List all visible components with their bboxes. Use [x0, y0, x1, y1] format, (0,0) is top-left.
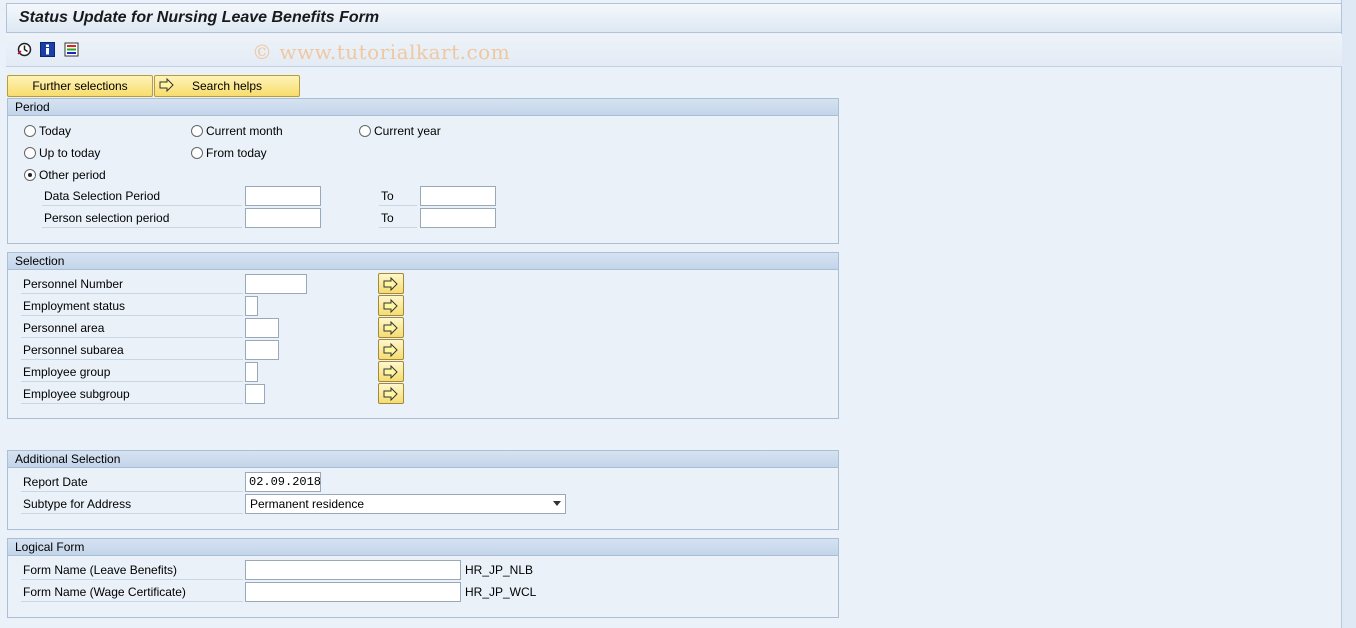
data-selection-from-input[interactable]	[245, 186, 321, 206]
info-icon[interactable]	[39, 41, 55, 57]
personnel-subarea-input[interactable]	[245, 340, 279, 360]
arrow-right-icon	[383, 364, 398, 379]
radio-up-to-today[interactable]: Up to today	[24, 146, 100, 160]
radio-circle	[191, 125, 203, 137]
data-selection-period-label: Data Selection Period	[42, 186, 242, 206]
radio-circle	[359, 125, 371, 137]
personnel-area-input[interactable]	[245, 318, 279, 338]
employee-subgroup-label: Employee subgroup	[21, 384, 243, 404]
radio-circle	[24, 147, 36, 159]
arrow-right-icon	[159, 77, 175, 95]
employment-status-label: Employment status	[21, 296, 243, 316]
subtype-address-value: Permanent residence	[250, 497, 365, 511]
additional-selection-header: Additional Selection	[8, 451, 838, 468]
report-date-label: Report Date	[21, 472, 243, 492]
radio-circle	[191, 147, 203, 159]
execute-icon[interactable]	[16, 41, 32, 57]
form-name-wage-label: Form Name (Wage Certificate)	[21, 582, 243, 602]
data-selection-to-input[interactable]	[420, 186, 496, 206]
selection-header: Selection	[8, 253, 838, 270]
radio-circle	[24, 125, 36, 137]
title-bar: Status Update for Nursing Leave Benefits…	[6, 3, 1342, 33]
radio-today-label: Today	[39, 124, 72, 138]
radio-current-month[interactable]: Current month	[191, 124, 283, 138]
personnel-subarea-label: Personnel subarea	[21, 340, 243, 360]
report-date-input[interactable]: 02.09.2018	[245, 472, 321, 492]
sap-window: Status Update for Nursing Leave Benefits…	[0, 0, 1342, 628]
page-title: Status Update for Nursing Leave Benefits…	[19, 9, 380, 26]
search-helps-label: Search helps	[191, 79, 263, 93]
form-name-wage-default: HR_JP_WCL	[465, 585, 537, 599]
arrow-right-icon	[383, 342, 398, 357]
form-name-leave-label: Form Name (Leave Benefits)	[21, 560, 243, 580]
subtype-address-label: Subtype for Address	[21, 494, 243, 514]
logical-form-header: Logical Form	[8, 539, 838, 556]
arrow-right-icon	[383, 298, 398, 313]
to-label: To	[379, 208, 417, 228]
to-label: To	[379, 186, 417, 206]
employee-group-label: Employee group	[21, 362, 243, 382]
form-name-wage-input[interactable]	[245, 582, 461, 602]
form-name-leave-input[interactable]	[245, 560, 461, 580]
arrow-right-icon	[383, 276, 398, 291]
further-selections-button[interactable]: Further selections	[7, 75, 153, 97]
radio-current-year[interactable]: Current year	[359, 124, 441, 138]
employee-subgroup-input[interactable]	[245, 384, 265, 404]
application-toolbar: © www.tutorialkart.com	[6, 34, 1342, 67]
radio-current-year-label: Current year	[374, 124, 441, 138]
personnel-area-label: Personnel area	[21, 318, 243, 338]
further-selections-label: Further selections	[32, 79, 128, 93]
variant-icon[interactable]	[63, 41, 79, 57]
person-selection-period-label: Person selection period	[42, 208, 242, 228]
employee-group-input[interactable]	[245, 362, 258, 382]
multiple-selection-button[interactable]	[378, 361, 404, 382]
radio-other-period-label: Other period	[39, 168, 106, 182]
personnel-number-input[interactable]	[245, 274, 307, 294]
radio-circle-selected	[24, 169, 36, 181]
multiple-selection-button[interactable]	[378, 317, 404, 338]
multiple-selection-button[interactable]	[378, 273, 404, 294]
radio-from-today-label: From today	[206, 146, 267, 160]
period-header: Period	[8, 99, 838, 116]
subtype-address-dropdown[interactable]: Permanent residence	[245, 494, 566, 514]
radio-today[interactable]: Today	[24, 124, 71, 138]
radio-current-month-label: Current month	[206, 124, 283, 138]
multiple-selection-button[interactable]	[378, 295, 404, 316]
person-selection-from-input[interactable]	[245, 208, 321, 228]
radio-other-period[interactable]: Other period	[24, 168, 106, 182]
radio-up-to-today-label: Up to today	[39, 146, 101, 160]
chevron-down-icon	[553, 501, 561, 506]
watermark: © www.tutorialkart.com	[252, 40, 511, 64]
personnel-number-label: Personnel Number	[21, 274, 243, 294]
multiple-selection-button[interactable]	[378, 383, 404, 404]
multiple-selection-button[interactable]	[378, 339, 404, 360]
form-name-leave-default: HR_JP_NLB	[465, 563, 534, 577]
search-helps-button[interactable]: Search helps	[154, 75, 300, 97]
radio-from-today[interactable]: From today	[191, 146, 267, 160]
person-selection-to-input[interactable]	[420, 208, 496, 228]
employment-status-input[interactable]	[245, 296, 258, 316]
arrow-right-icon	[383, 386, 398, 401]
arrow-right-icon	[383, 320, 398, 335]
